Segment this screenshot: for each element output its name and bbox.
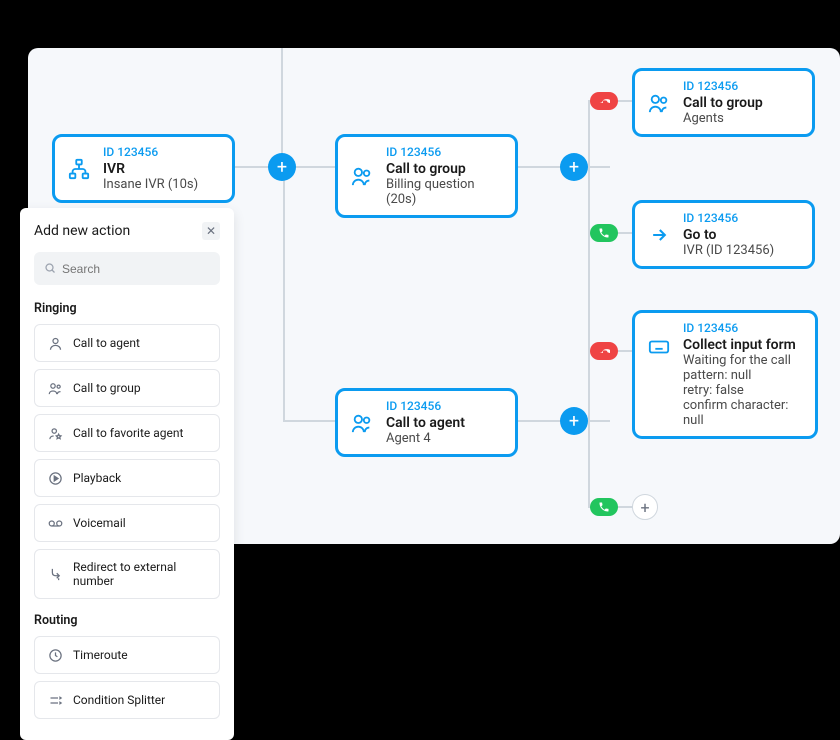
node-id: ID 123456 (103, 145, 198, 159)
action-label: Call to agent (73, 336, 140, 350)
node-line: Waiting for the call (683, 353, 803, 368)
node-call-to-agent[interactable]: ID 123456 Call to agent Agent 4 (335, 388, 518, 457)
node-title: Call to group (683, 95, 763, 111)
node-call-to-group-agents[interactable]: ID 123456 Call to group Agents (632, 68, 815, 137)
voicemail-icon (47, 515, 63, 531)
node-id: ID 123456 (386, 145, 503, 159)
action-timeroute[interactable]: Timeroute (34, 636, 220, 674)
user-star-icon (47, 425, 63, 441)
search-input[interactable] (62, 262, 210, 276)
action-playback[interactable]: Playback (34, 459, 220, 497)
node-id: ID 123456 (386, 399, 465, 413)
node-subtitle: Agent 4 (386, 431, 465, 446)
connector (588, 350, 590, 508)
node-line: retry: false (683, 383, 803, 398)
node-body: ID 123456 IVR Insane IVR (10s) (103, 145, 198, 192)
play-icon (47, 470, 63, 486)
node-go-to[interactable]: ID 123456 Go to IVR (ID 123456) (632, 200, 815, 269)
connector (283, 420, 335, 422)
users-icon (47, 380, 63, 396)
action-call-to-group[interactable]: Call to group (34, 369, 220, 407)
node-subtitle: IVR (ID 123456) (683, 243, 774, 258)
node-title: Call to group (386, 161, 503, 177)
action-label: Playback (73, 471, 121, 485)
add-action-button[interactable]: + (268, 153, 296, 181)
add-action-outline-button[interactable]: + (632, 494, 658, 520)
action-label: Voicemail (73, 516, 126, 530)
node-body: ID 123456 Call to agent Agent 4 (386, 399, 465, 446)
action-label: Call to favorite agent (73, 426, 183, 440)
node-title: Go to (683, 227, 774, 243)
users-icon (647, 91, 671, 115)
add-action-panel: Add new action ✕ Ringing Call to agent C… (20, 208, 234, 740)
node-title: Collect input form (683, 337, 803, 353)
clock-icon (47, 647, 63, 663)
action-label: Call to group (73, 381, 141, 395)
node-collect-input[interactable]: ID 123456 Collect input form Waiting for… (632, 310, 818, 439)
add-action-button[interactable]: + (560, 407, 588, 435)
node-id: ID 123456 (683, 79, 763, 93)
sitemap-icon (67, 157, 91, 181)
hangup-badge-icon (590, 342, 618, 360)
action-call-to-agent[interactable]: Call to agent (34, 324, 220, 362)
section-title-routing: Routing (34, 613, 220, 628)
connector (281, 48, 283, 167)
users-icon (350, 164, 374, 188)
connector (283, 167, 285, 422)
search-icon (44, 259, 56, 278)
action-redirect-external[interactable]: Redirect to external number (34, 549, 220, 599)
node-id: ID 123456 (683, 211, 774, 225)
node-body: ID 123456 Go to IVR (ID 123456) (683, 211, 774, 258)
node-line: pattern: null (683, 368, 803, 383)
node-subtitle: Insane IVR (10s) (103, 177, 198, 192)
split-icon (47, 692, 63, 708)
arrow-right-icon (647, 223, 671, 247)
action-label: Redirect to external number (73, 560, 207, 588)
user-icon (47, 335, 63, 351)
panel-header: Add new action ✕ (34, 222, 220, 240)
add-action-button[interactable]: + (560, 153, 588, 181)
keyboard-icon (647, 335, 671, 359)
action-condition-splitter[interactable]: Condition Splitter (34, 681, 220, 719)
action-call-to-favorite-agent[interactable]: Call to favorite agent (34, 414, 220, 452)
answered-badge-icon (590, 498, 618, 516)
node-id: ID 123456 (683, 321, 803, 335)
node-body: ID 123456 Collect input form Waiting for… (683, 321, 803, 428)
node-subtitle: Billing question (20s) (386, 177, 503, 207)
node-title: IVR (103, 161, 198, 177)
panel-title: Add new action (34, 223, 130, 239)
node-ivr[interactable]: ID 123456 IVR Insane IVR (10s) (52, 134, 235, 203)
answered-badge-icon (590, 224, 618, 242)
search-field[interactable] (34, 252, 220, 285)
redirect-icon (47, 566, 63, 582)
node-call-to-group-billing[interactable]: ID 123456 Call to group Billing question… (335, 134, 518, 218)
action-label: Condition Splitter (73, 693, 165, 707)
node-title: Call to agent (386, 415, 465, 431)
node-body: ID 123456 Call to group Billing question… (386, 145, 503, 207)
user-icon (350, 411, 374, 435)
action-voicemail[interactable]: Voicemail (34, 504, 220, 542)
node-subtitle: Agents (683, 111, 763, 126)
node-line: confirm character: null (683, 398, 803, 428)
hangup-badge-icon (590, 92, 618, 110)
close-button[interactable]: ✕ (202, 222, 220, 240)
section-title-ringing: Ringing (34, 301, 220, 316)
node-body: ID 123456 Call to group Agents (683, 79, 763, 126)
action-label: Timeroute (73, 648, 128, 662)
